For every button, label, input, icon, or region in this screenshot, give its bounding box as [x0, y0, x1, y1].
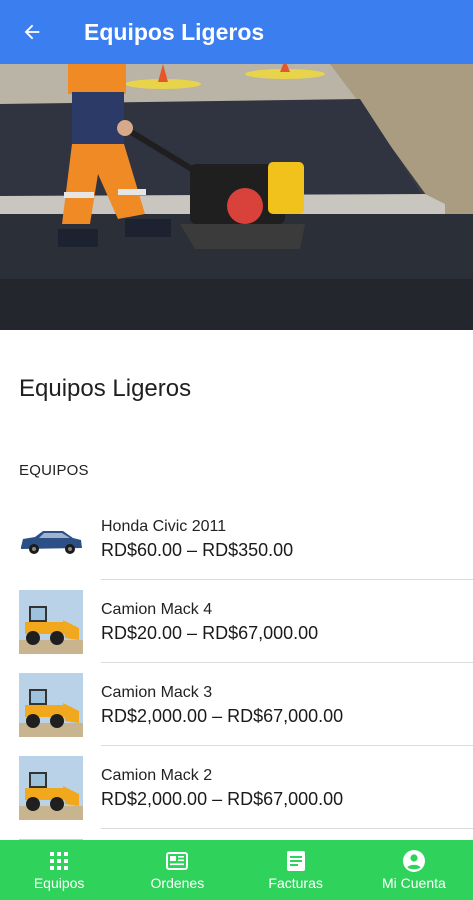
- list-item[interactable]: Camion Mack 4 RD$20.00 – RD$67,000.00: [0, 580, 473, 663]
- item-name: Camion Mack 3: [101, 684, 213, 701]
- arrow-back-icon: [24, 24, 40, 40]
- newspaper-icon: [166, 850, 189, 872]
- grid-icon: [48, 850, 70, 872]
- app-bar: Equipos Ligeros: [0, 0, 473, 64]
- item-price: RD$2,000.00 – RD$67,000.00: [101, 706, 344, 726]
- car-thumbnail: [19, 507, 83, 571]
- bottom-navigation: Equipos Ordenes Facturas Mi Cuenta: [0, 840, 473, 900]
- nav-item-facturas[interactable]: Facturas: [237, 840, 355, 900]
- section-label: EQUIPOS: [19, 462, 89, 479]
- list-item[interactable]: Camion Mack 2 RD$2,000.00 – RD$67,000.00: [0, 746, 473, 829]
- list-item[interactable]: Camion Mack 3 RD$2,000.00 – RD$67,000.00: [0, 663, 473, 746]
- nav-label: Equipos: [33, 874, 85, 891]
- nav-label: Ordenes: [150, 874, 205, 891]
- hero-image: [0, 64, 473, 330]
- item-price: RD$20.00 – RD$67,000.00: [101, 623, 319, 643]
- item-price: RD$60.00 – RD$350.00: [101, 540, 294, 560]
- item-price: RD$2,000.00 – RD$67,000.00: [101, 789, 344, 809]
- app-bar-title: Equipos Ligeros: [84, 18, 265, 45]
- item-name: Honda Civic 2011: [101, 518, 227, 535]
- nav-item-ordenes[interactable]: Ordenes: [118, 840, 236, 900]
- item-name: Camion Mack 4: [101, 601, 213, 618]
- page-title: Equipos Ligeros: [19, 375, 192, 402]
- nav-item-equipos[interactable]: Equipos: [0, 840, 118, 900]
- item-name: Camion Mack 2: [101, 767, 213, 784]
- loader-thumbnail: [19, 673, 83, 737]
- loader-thumbnail: [19, 756, 83, 820]
- nav-label: Mi Cuenta: [381, 874, 446, 891]
- document-icon: [285, 850, 307, 872]
- nav-item-mi-cuenta[interactable]: Mi Cuenta: [355, 840, 473, 900]
- back-button[interactable]: [0, 0, 64, 64]
- account-icon: [402, 849, 425, 872]
- loader-thumbnail: [19, 590, 83, 654]
- list-item[interactable]: Honda Civic 2011 RD$60.00 – RD$350.00: [0, 497, 473, 580]
- nav-label: Facturas: [268, 874, 323, 891]
